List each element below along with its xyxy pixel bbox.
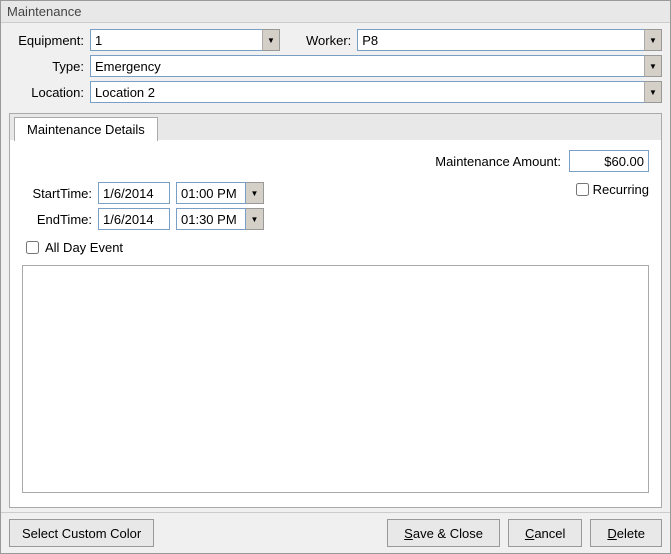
dropdown-icon: ▼	[251, 189, 259, 198]
cancel-label: Cancel	[525, 526, 565, 541]
equipment-input[interactable]	[90, 29, 280, 51]
bottom-bar: Select Custom Color Save & Close Cancel …	[1, 512, 670, 553]
delete-label: Delete	[607, 526, 645, 541]
type-label: Type:	[9, 59, 84, 74]
maintenance-amount-label: Maintenance Amount:	[435, 154, 561, 169]
recurring-col: Recurring	[576, 182, 649, 197]
start-time-dropdown-btn[interactable]: ▼	[246, 182, 264, 204]
maintenance-details-tab[interactable]: Maintenance Details	[14, 117, 158, 141]
end-time-wrapper: ▼	[176, 208, 264, 230]
maintenance-amount-row: Maintenance Amount:	[22, 150, 649, 172]
tab-header: Maintenance Details	[10, 114, 661, 140]
location-label: Location:	[9, 85, 84, 100]
title-text: Maintenance	[7, 4, 81, 19]
notes-text-area[interactable]	[22, 265, 649, 493]
maintenance-amount-input[interactable]	[569, 150, 649, 172]
start-time-input[interactable]	[176, 182, 246, 204]
equipment-label: Equipment:	[9, 33, 84, 48]
end-time-dropdown-btn[interactable]: ▼	[246, 208, 264, 230]
recurring-checkbox[interactable]	[576, 183, 589, 196]
location-row: Location: ▼	[9, 81, 662, 103]
delete-button[interactable]: Delete	[590, 519, 662, 547]
worker-input[interactable]	[357, 29, 662, 51]
end-time-label: EndTime:	[22, 212, 92, 227]
form-area: Equipment: ▼ Worker: ▼ Type: ▼	[1, 23, 670, 109]
start-time-row: StartTime: ▼	[22, 182, 264, 204]
all-day-label: All Day Event	[45, 240, 123, 255]
save-close-button[interactable]: Save & Close	[387, 519, 500, 547]
end-time-row: EndTime: ▼	[22, 208, 264, 230]
equipment-worker-row: Equipment: ▼ Worker: ▼	[9, 29, 662, 51]
dropdown-icon: ▼	[251, 215, 259, 224]
type-row: Type: ▼	[9, 55, 662, 77]
time-recurring-row: StartTime: ▼ EndTime:	[22, 182, 649, 230]
end-time-input[interactable]	[176, 208, 246, 230]
select-custom-color-button[interactable]: Select Custom Color	[9, 519, 154, 547]
start-date-input[interactable]	[98, 182, 170, 204]
start-time-wrapper: ▼	[176, 182, 264, 204]
tab-label: Maintenance Details	[27, 122, 145, 137]
start-time-label: StartTime:	[22, 186, 92, 201]
cancel-button[interactable]: Cancel	[508, 519, 582, 547]
all-day-row: All Day Event	[22, 240, 649, 255]
custom-color-label: Select Custom Color	[22, 526, 141, 541]
save-close-label: Save & Close	[404, 526, 483, 541]
recurring-label: Recurring	[593, 182, 649, 197]
all-day-checkbox[interactable]	[26, 241, 39, 254]
end-date-input[interactable]	[98, 208, 170, 230]
tab-content: Maintenance Amount: StartTime: ▼	[10, 140, 661, 507]
worker-label: Worker:	[306, 33, 351, 48]
type-input[interactable]	[90, 55, 662, 77]
main-window: Maintenance Equipment: ▼ Worker: ▼ Type:	[0, 0, 671, 554]
notes-input[interactable]	[23, 266, 648, 492]
location-input[interactable]	[90, 81, 662, 103]
tab-panel: Maintenance Details Maintenance Amount: …	[9, 113, 662, 508]
time-fields-col: StartTime: ▼ EndTime:	[22, 182, 264, 230]
window-title: Maintenance	[1, 1, 670, 23]
